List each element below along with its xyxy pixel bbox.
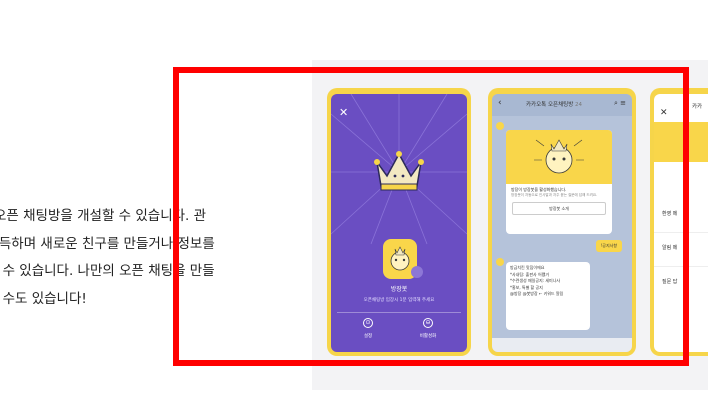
settings-title: 카카 [692,104,703,110]
highlight-box [173,67,689,366]
